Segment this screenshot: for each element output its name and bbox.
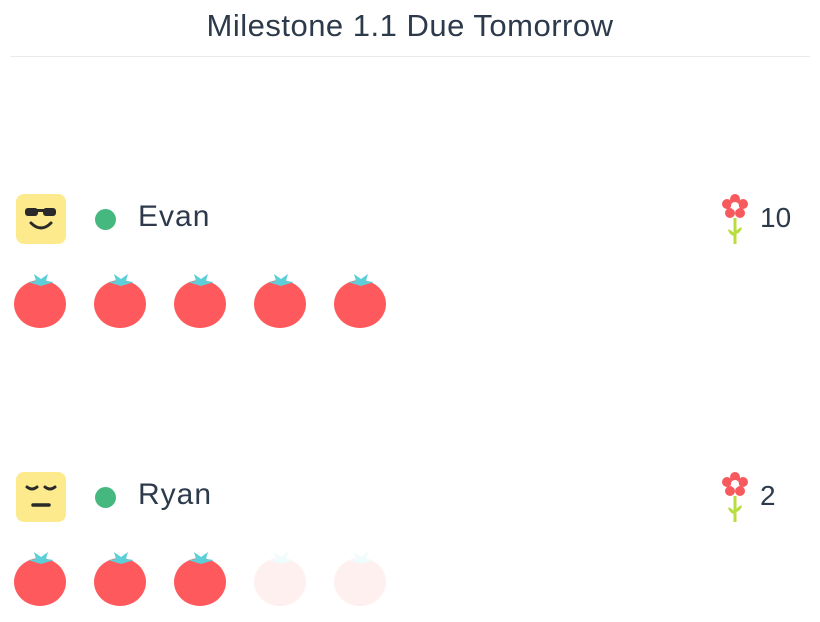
tomato-icon	[14, 268, 68, 330]
tomato-progress	[14, 546, 414, 608]
tomato-icon-empty	[334, 546, 388, 608]
cool-sunglasses-face-icon	[16, 194, 66, 244]
member-name: Evan	[138, 200, 211, 233]
online-status-dot	[95, 209, 116, 230]
tomato-progress	[14, 268, 414, 330]
tomato-icon	[174, 546, 228, 608]
tomato-icon-empty	[254, 546, 308, 608]
online-status-dot	[95, 487, 116, 508]
member-row-ryan[interactable]: Ryan 2	[0, 472, 820, 622]
flower-icon	[720, 194, 748, 246]
tomato-icon	[254, 268, 308, 330]
tomato-icon	[174, 268, 228, 330]
tomato-icon	[334, 268, 388, 330]
flower-icon	[720, 472, 748, 524]
tomato-icon	[14, 546, 68, 608]
tomato-icon	[94, 546, 148, 608]
score-value: 10	[760, 202, 792, 233]
score-value: 2	[760, 480, 776, 511]
page-header: Milestone 1.1 Due Tomorrow	[10, 0, 810, 57]
unamused-face-icon	[16, 472, 66, 522]
page-title: Milestone 1.1 Due Tomorrow	[206, 8, 614, 43]
member-row-evan[interactable]: Evan 10	[0, 194, 820, 344]
member-name: Ryan	[138, 478, 213, 511]
tomato-icon	[94, 268, 148, 330]
